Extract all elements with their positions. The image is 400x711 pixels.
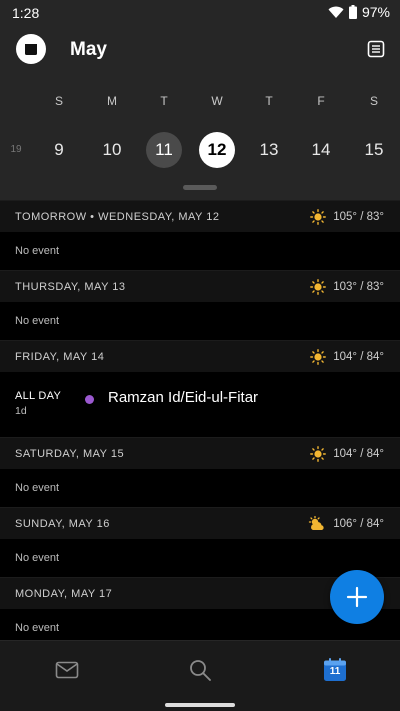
temperature: 106° / 84° — [333, 517, 384, 530]
event-title: Ramzan Id/Eid-ul-Fitar — [108, 389, 259, 406]
nav-mail[interactable] — [52, 657, 82, 683]
month-title[interactable]: May — [70, 39, 107, 61]
sun-icon — [310, 348, 327, 365]
weekday-label: S — [369, 94, 378, 108]
weekday-label: M — [107, 94, 117, 108]
weather: 106° / 84° — [308, 515, 384, 532]
weather: 103° / 83° — [310, 278, 384, 295]
plus-icon — [346, 586, 368, 608]
sun-icon — [310, 208, 327, 225]
battery-icon — [348, 5, 357, 19]
weekday-label: T — [160, 94, 168, 108]
nav-search[interactable] — [185, 657, 215, 683]
date-cell[interactable]: 14 — [303, 132, 339, 168]
no-event-row[interactable]: No event — [0, 539, 400, 577]
calendar-header: May S M T W T F S 19 9 10 11 12 13 14 15 — [0, 26, 400, 200]
day-title: SATURDAY, MAY 15 — [15, 447, 125, 460]
date-cell[interactable]: 9 — [41, 132, 77, 168]
bottom-nav: 11 — [0, 640, 400, 711]
day-title: SUNDAY, MAY 16 — [15, 517, 110, 530]
no-event-row[interactable]: No event — [0, 232, 400, 270]
day-header: THURSDAY, MAY 13 103° / 83° — [0, 270, 400, 302]
date-cell-today[interactable]: 11 — [146, 132, 182, 168]
sun-icon — [310, 445, 327, 462]
calendar-view-button[interactable] — [16, 34, 46, 64]
day-title: FRIDAY, MAY 14 — [15, 350, 105, 363]
temperature: 104° / 84° — [333, 350, 384, 363]
day-header: FRIDAY, MAY 14 104° / 84° — [0, 340, 400, 372]
date-cell[interactable]: 13 — [251, 132, 287, 168]
event-row[interactable]: ALL DAY 1d Ramzan Id/Eid-ul-Fitar — [0, 372, 400, 437]
search-icon — [190, 660, 211, 681]
list-icon — [367, 40, 385, 58]
calendar-icon — [25, 44, 37, 55]
new-event-button[interactable] — [330, 570, 384, 624]
event-time: ALL DAY — [15, 390, 62, 402]
no-event-row[interactable]: No event — [0, 469, 400, 507]
day-title: THURSDAY, MAY 13 — [15, 280, 126, 293]
weather: 105° / 83° — [310, 208, 384, 225]
date-cell[interactable]: 10 — [94, 132, 130, 168]
weekday-label: S — [54, 94, 63, 108]
status-bar: 1:28 97% — [0, 0, 400, 26]
mail-icon — [55, 661, 79, 679]
wifi-icon — [328, 6, 344, 18]
agenda-list: TOMORROW • WEDNESDAY, MAY 12 105° / 83° … — [0, 200, 400, 640]
temperature: 104° / 84° — [333, 447, 384, 460]
weekday-label: F — [317, 94, 325, 108]
partly-cloudy-icon — [309, 515, 324, 530]
calendar-day-number: 11 — [329, 666, 341, 677]
event-color-dot — [85, 395, 94, 404]
day-header: SUNDAY, MAY 16 106° / 84° — [0, 507, 400, 539]
date-cell[interactable]: 15 — [356, 132, 392, 168]
status-icons: 97% — [328, 4, 390, 20]
drag-handle[interactable] — [183, 185, 217, 190]
sun-icon — [310, 278, 327, 295]
weekday-row: S M T W T F S — [0, 94, 400, 110]
date-cell-selected[interactable]: 12 — [199, 132, 235, 168]
battery-percent: 97% — [361, 4, 390, 20]
day-header: TOMORROW • WEDNESDAY, MAY 12 105° / 83° — [0, 200, 400, 232]
event-duration: 1d — [15, 405, 27, 417]
agenda-view-button[interactable] — [366, 39, 386, 59]
weekday-label: W — [211, 94, 223, 108]
day-title: MONDAY, MAY 17 — [15, 587, 113, 600]
home-indicator — [165, 703, 235, 707]
date-cell[interactable]: 19 — [0, 132, 34, 168]
weather: 104° / 84° — [310, 445, 384, 462]
nav-calendar[interactable]: 11 — [320, 657, 350, 683]
no-event-row[interactable]: No event — [0, 302, 400, 340]
status-time: 1:28 — [12, 5, 40, 21]
weather: 104° / 84° — [310, 348, 384, 365]
day-header: SATURDAY, MAY 15 104° / 84° — [0, 437, 400, 469]
day-title: TOMORROW • WEDNESDAY, MAY 12 — [15, 210, 220, 223]
temperature: 103° / 83° — [333, 280, 384, 293]
weekday-label: T — [265, 94, 273, 108]
temperature: 105° / 83° — [333, 210, 384, 223]
date-row: 19 9 10 11 12 13 14 15 — [0, 132, 400, 168]
